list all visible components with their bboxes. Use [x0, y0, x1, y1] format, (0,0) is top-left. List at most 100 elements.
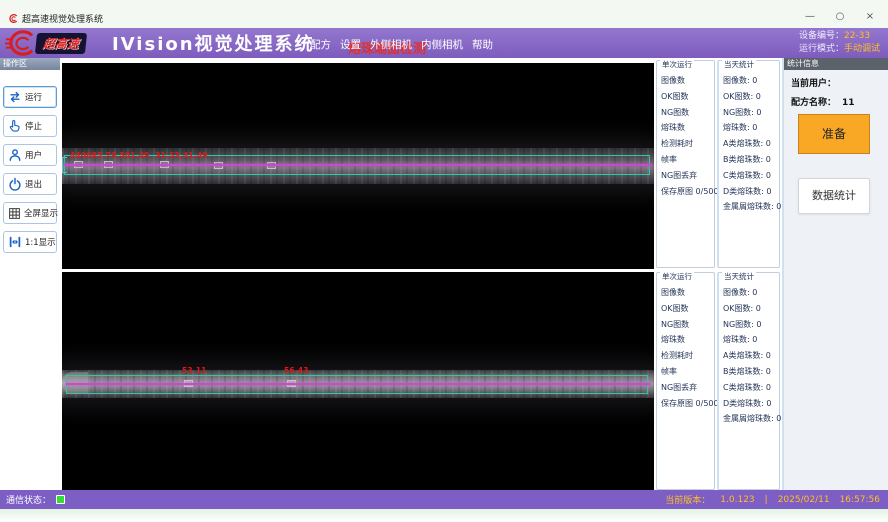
- stat-row: A类熔珠数: 0: [723, 348, 779, 364]
- measurement-label: 56.43: [284, 366, 309, 375]
- edge-marker: [62, 157, 67, 173]
- measurement-label: 53.11: [182, 366, 207, 375]
- fullscreen-button-label: 全屏显示: [24, 207, 58, 219]
- camera-view-outer: 440685.79,501.49 31.53,41.49: [62, 63, 654, 269]
- menu-item[interactable]: 配方: [310, 37, 331, 52]
- run-button-label: 运行: [25, 91, 42, 103]
- mode-label: 运行模式：: [799, 44, 844, 54]
- prepare-button[interactable]: 准备: [798, 114, 870, 154]
- stat-row: C类熔珠数: 0: [723, 168, 779, 184]
- app-window: 超高速视觉处理系统 — ○ × 超高速 IVision视觉处理系统 熔珠端面检测…: [0, 0, 888, 522]
- stat-row: 图像数: [661, 285, 714, 301]
- stat-row: A类熔珠数: 0: [723, 136, 779, 152]
- app-title: IVision视觉处理系统: [112, 30, 315, 56]
- info-panel-title: 统计信息: [784, 58, 888, 70]
- laser-line: [66, 383, 650, 385]
- stat-row: B类熔珠数: 0: [723, 152, 779, 168]
- main-menu: 配方设置外侧相机内侧相机帮助: [310, 37, 493, 52]
- stat-row: 帧率: [661, 152, 714, 168]
- status-time: 16:57:56: [840, 495, 880, 505]
- menu-item[interactable]: 内侧相机: [421, 37, 463, 52]
- minimize-button[interactable]: —: [802, 10, 818, 24]
- stat-row: 熔珠数: 0: [723, 120, 779, 136]
- stop-button[interactable]: 停止: [3, 115, 57, 137]
- stat-row: 熔珠数: 0: [723, 332, 779, 348]
- close-button[interactable]: ×: [862, 10, 878, 24]
- data-stats-button[interactable]: 数据统计: [798, 178, 870, 214]
- user-icon: [8, 148, 22, 162]
- operation-sidebar: 操作区 运行 停止 用户 退出: [0, 58, 60, 490]
- stat-row: 图像数: 0: [723, 285, 779, 301]
- menu-item[interactable]: 设置: [340, 37, 361, 52]
- single-run-title: 单次运行: [660, 60, 694, 69]
- header-info: 设备编号：22-33 运行模式：手动调试: [799, 30, 880, 56]
- stat-row: B类熔珠数: 0: [723, 364, 779, 380]
- single-run-group: 单次运行 图像数OK图数NG图数熔珠数检测耗时帧率NG图丢弃保存原图 0/500: [656, 60, 715, 268]
- info-panel: 统计信息 当前用户： 配方名称： 11 准备 数据统计: [782, 58, 888, 490]
- stats-area: 单次运行 图像数OK图数NG图数熔珠数检测耗时帧率NG图丢弃保存原图 0/500…: [656, 58, 782, 490]
- window-bottom-edge: [0, 509, 888, 522]
- window-title: 超高速视觉处理系统: [22, 12, 103, 25]
- stat-row: 检测耗时: [661, 136, 714, 152]
- status-date: 2025/02/11: [778, 495, 830, 505]
- camera-area: 440685.79,501.49 31.53,41.49 53.11 56.43: [60, 58, 656, 490]
- comm-status-indicator: [56, 495, 65, 504]
- camera-view-inner: 53.11 56.43: [62, 272, 654, 490]
- stat-row: 图像数: 0: [723, 73, 779, 89]
- power-icon: [8, 177, 22, 191]
- stat-row: OK图数: 0: [723, 301, 779, 317]
- stats-section-inner: 单次运行 图像数OK图数NG图数熔珠数检测耗时帧率NG图丢弃保存原图 0/500…: [656, 272, 782, 490]
- daily-stats-title: 当天统计: [722, 272, 756, 281]
- one-to-one-icon: [8, 235, 22, 249]
- window-titlebar: 超高速视觉处理系统 — ○ ×: [0, 0, 888, 28]
- version-label: 当前版本：: [665, 493, 710, 506]
- daily-stats-title: 当天统计: [722, 60, 756, 69]
- measurement-annotation: 440685.79,501.49 31.53,41.49: [70, 151, 208, 160]
- stat-row: 帧率: [661, 364, 714, 380]
- daily-stats-group: 当天统计 图像数: 0OK图数: 0NG图数: 0熔珠数: 0A类熔珠数: 0B…: [717, 272, 780, 490]
- recipe-label: 配方名称：: [791, 98, 836, 108]
- device-value: 22-33: [844, 31, 870, 41]
- brand-badge: 超高速: [35, 33, 87, 54]
- stat-row: 保存原图 0/500: [661, 184, 714, 200]
- stop-button-label: 停止: [25, 120, 42, 132]
- hand-pointer-icon: [8, 119, 22, 133]
- app-header: 超高速 IVision视觉处理系统 熔珠端面检测 配方设置外侧相机内侧相机帮助 …: [0, 28, 888, 58]
- user-button[interactable]: 用户: [3, 144, 57, 166]
- stat-row: 金属屑熔珠数: 0: [723, 199, 779, 215]
- status-separator: |: [765, 495, 768, 505]
- stat-row: NG图数: [661, 317, 714, 333]
- one-to-one-button[interactable]: 1:1显示: [3, 231, 57, 253]
- stat-row: C类熔珠数: 0: [723, 380, 779, 396]
- mode-value: 手动调试: [844, 44, 880, 54]
- stat-row: OK图数: [661, 89, 714, 105]
- fullscreen-button[interactable]: 全屏显示: [3, 202, 57, 224]
- fullscreen-grid-icon: [8, 207, 21, 220]
- recipe-value: 11: [842, 98, 855, 108]
- stat-row: NG图丢弃: [661, 168, 714, 184]
- stat-row: 熔珠数: [661, 120, 714, 136]
- stat-row: OK图数: [661, 301, 714, 317]
- laser-line: [64, 164, 652, 166]
- stat-row: 金属屑熔珠数: 0: [723, 411, 779, 427]
- stats-section-outer: 单次运行 图像数OK图数NG图数熔珠数检测耗时帧率NG图丢弃保存原图 0/500…: [656, 60, 782, 268]
- menu-item[interactable]: 帮助: [472, 37, 493, 52]
- current-user-label: 当前用户：: [791, 79, 836, 89]
- run-arrows-icon: [8, 90, 22, 104]
- status-bar: 通信状态： 当前版本： 1.0.123 | 2025/02/11 16:57:5…: [0, 490, 888, 509]
- maximize-button[interactable]: ○: [832, 10, 848, 24]
- stat-row: NG图数: 0: [723, 317, 779, 333]
- run-button[interactable]: 运行: [3, 86, 57, 108]
- single-run-title: 单次运行: [660, 272, 694, 281]
- menu-item[interactable]: 外侧相机: [370, 37, 412, 52]
- exit-button[interactable]: 退出: [3, 173, 57, 195]
- stat-row: 熔珠数: [661, 332, 714, 348]
- user-button-label: 用户: [25, 149, 42, 161]
- stat-row: 图像数: [661, 73, 714, 89]
- device-label: 设备编号：: [799, 31, 844, 41]
- exit-button-label: 退出: [25, 178, 42, 190]
- comm-status-label: 通信状态：: [6, 493, 51, 506]
- stat-row: NG图数: 0: [723, 105, 779, 121]
- stat-row: NG图数: [661, 105, 714, 121]
- brand-swirl-icon: [2, 29, 36, 57]
